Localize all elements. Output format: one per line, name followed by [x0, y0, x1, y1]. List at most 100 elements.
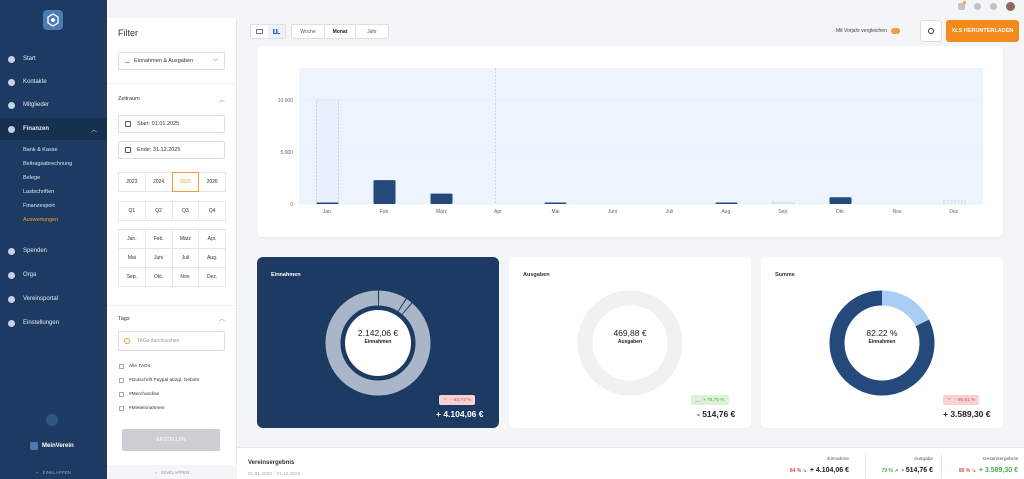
filter-collapse-button[interactable]: «EINKLAPPEN [107, 465, 237, 479]
chart-card: 10.000 5.000 0 Jan. Feb. März Apr. Mai Juni Juli A… [257, 46, 1003, 237]
kpi-einnahmen: Einnahmen 2.142,06 € Einnahmen ﹀ - 83,73 … [257, 257, 499, 428]
checkbox-box[interactable] [119, 364, 124, 369]
nav-item-einstellungen[interactable]: Einstellungen [0, 312, 107, 334]
download-xls-button[interactable]: XLS HERUNTERLADEN [946, 20, 1019, 42]
quarter-q4[interactable]: Q4 [198, 201, 226, 221]
compare-toggle[interactable]: Mit Vorjahr vergleichen [836, 28, 900, 34]
nav-item-start[interactable]: Start [0, 48, 107, 70]
nav-label: Finanzen [23, 126, 50, 132]
month-okt[interactable]: Okt. [144, 267, 173, 287]
chart-mini-icon [125, 59, 130, 63]
sub-item-belege[interactable]: Belege [23, 175, 40, 181]
year-2026[interactable]: 2026 [198, 172, 226, 192]
year-2025[interactable]: 2025 [171, 172, 200, 192]
nav-item-mitglieder[interactable]: Mitglieder [0, 94, 107, 116]
year-2023[interactable]: 2023 [118, 172, 146, 192]
period-monat[interactable]: Monat [325, 25, 356, 38]
sort-icon[interactable] [974, 3, 981, 10]
month-juli[interactable]: Juli [171, 248, 200, 268]
chat-icon[interactable] [46, 414, 58, 426]
nav-label: Start [23, 56, 36, 62]
footer-label: Ausgabe [914, 457, 933, 462]
chevron-up-icon[interactable]: ︿ [219, 95, 225, 104]
nav-item-orga[interactable]: Orga [0, 264, 107, 286]
sub-item-auswertungen[interactable]: Auswertungen [23, 217, 58, 223]
chevron-down-icon: ﹀ [212, 58, 218, 65]
start-date-field[interactable]: Start: 01.01.2025 [118, 115, 225, 133]
month-sep[interactable]: Sep. [118, 267, 146, 287]
tag-checkbox[interactable]: #Gutschrift Paypal abzgl. Gebühr [119, 378, 200, 383]
gear-icon[interactable] [990, 3, 997, 10]
sidebar-collapse-button[interactable]: «EINKLAPPEN [0, 466, 107, 479]
type-select[interactable]: Einnahmen & Ausgaben ﹀ [118, 52, 225, 70]
year-2024[interactable]: 2024 [144, 172, 173, 192]
period-woche[interactable]: Woche [292, 25, 325, 38]
month-jan[interactable]: Jan. [118, 229, 146, 249]
chevron-up-icon[interactable]: ︿ [219, 314, 225, 323]
month-dez[interactable]: Dez. [198, 267, 226, 287]
sub-item-beitragsabrechnung[interactable]: Beitragsabrechnung [23, 161, 72, 167]
month-feb[interactable]: Feb. [144, 229, 173, 249]
footer-label: Gesamtergebnis [982, 457, 1018, 462]
x-tick-label: Mai [551, 209, 559, 215]
divider [107, 83, 237, 84]
sub-item-lastschriften[interactable]: Lastschriften [23, 189, 54, 195]
toggle-switch[interactable] [890, 28, 900, 34]
search-icon [124, 338, 130, 344]
y-tick-label: 10.000 [278, 98, 294, 104]
badge-value: + 78,75 % [702, 397, 725, 403]
nav-item-vereinsportal[interactable]: Vereinsportal [0, 288, 107, 310]
month-nov[interactable]: Nov. [171, 267, 200, 287]
x-tick-label: März [436, 209, 448, 215]
table-view-button[interactable] [251, 25, 268, 38]
donut-center-value: 469,88 € [613, 328, 647, 338]
tags-search-input[interactable]: TAGs durchsuchen [118, 331, 225, 351]
donut-center-label: Einnahmen [868, 339, 896, 345]
x-tick-label: Juli [666, 209, 674, 215]
nav-item-finanzen[interactable]: Finanzen ︿ [0, 118, 107, 140]
footer-label: Einnahme [827, 457, 849, 462]
footer-value: + 3.589,30 € [978, 467, 1018, 474]
month-aug[interactable]: Aug. [198, 248, 226, 268]
x-tick-label: Sep. [778, 209, 788, 215]
checkbox-box[interactable] [119, 392, 124, 397]
month-apr[interactable]: Apr. [198, 229, 226, 249]
sub-item-finanzexport[interactable]: Finanzexport [23, 203, 55, 209]
bell-icon[interactable] [958, 3, 965, 10]
chart-view-button[interactable] [268, 25, 285, 38]
nav-item-kontakte[interactable]: Kontakte [0, 71, 107, 93]
prev-year-bar [316, 99, 339, 205]
org-name: MeinVerein [42, 443, 74, 449]
app-logo[interactable] [43, 10, 63, 30]
tag-checkbox[interactable]: #Merchandise [119, 392, 159, 397]
checkbox-box[interactable] [119, 378, 124, 383]
month-mai[interactable]: Mai [118, 248, 146, 268]
footer-value: - 514,76 € [901, 467, 933, 474]
sub-item-bank-kasse[interactable]: Bank & Kasse [23, 147, 58, 153]
x-tick-label: Apr. [494, 209, 503, 215]
month-maerz[interactable]: März [171, 229, 200, 249]
section-tags: Tags [118, 316, 130, 322]
period-jahr[interactable]: Jahr [356, 25, 388, 38]
quarter-q2[interactable]: Q2 [144, 201, 173, 221]
calendar-icon [125, 121, 131, 127]
quarter-q3[interactable]: Q3 [171, 201, 200, 221]
create-button[interactable]: ERSTELLEN [122, 429, 220, 451]
quarter-q1[interactable]: Q1 [118, 201, 146, 221]
checkbox-box[interactable] [119, 406, 124, 411]
kpi-total: + 4.104,06 € [436, 409, 484, 419]
month-juni[interactable]: Juni [144, 248, 173, 268]
x-tick-label: Okt. [836, 209, 845, 215]
tag-checkbox[interactable]: #Mieteinnahmen [119, 406, 164, 411]
tag-label: #Merchandise [129, 392, 160, 397]
kpi-title: Ausgaben [523, 272, 550, 278]
year-grid: 2023 2024 2025 2026 [118, 172, 226, 192]
arrow-down-icon: ﹀ [443, 398, 448, 404]
nav-item-spenden[interactable]: Spenden [0, 240, 107, 262]
current-year-bar [430, 193, 453, 204]
search-button[interactable] [920, 20, 942, 42]
org-switcher[interactable]: MeinVerein [30, 442, 74, 450]
end-date-field[interactable]: Ende: 31.12.2025 [118, 141, 225, 159]
tag-checkbox[interactable]: Alle TAGs [119, 364, 150, 369]
avatar[interactable] [1006, 2, 1015, 11]
